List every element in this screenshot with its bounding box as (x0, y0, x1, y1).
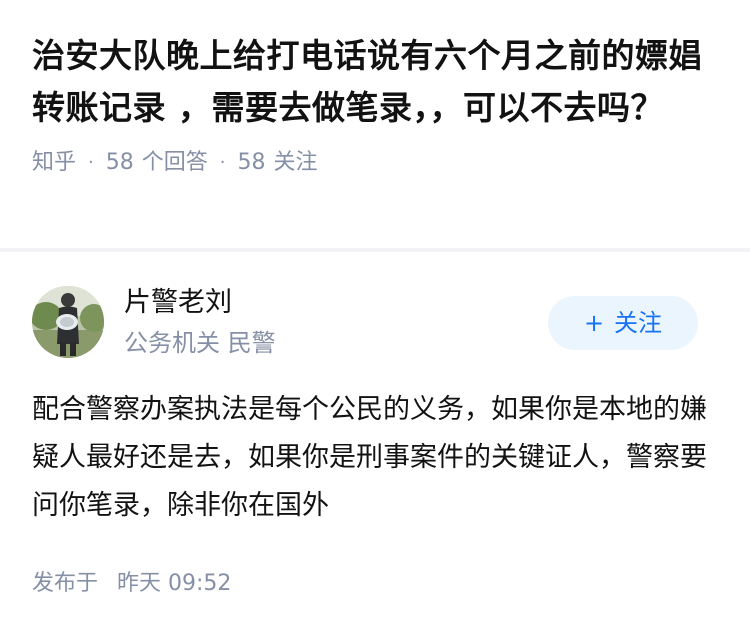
author-avatar[interactable] (32, 286, 104, 358)
answers-count: 58 (105, 150, 134, 175)
author-description: 公务机关 民警 (124, 329, 276, 357)
published-time: 昨天 09:52 (117, 571, 232, 596)
answers-label[interactable]: 个回答 (142, 148, 208, 178)
source-label[interactable]: 知乎 (32, 148, 76, 178)
follow-button-label: 关注 (614, 309, 663, 337)
section-divider (0, 248, 750, 252)
answer-footer: 发布于 昨天 09:52 (32, 568, 231, 600)
followers-count: 58 (237, 150, 266, 175)
author-info: 片警老刘 公务机关 民警 + 关注 (32, 284, 718, 360)
avatar-image (32, 286, 104, 358)
follow-button[interactable]: + 关注 (548, 296, 698, 350)
plus-icon: + (583, 309, 605, 337)
separator-dot: · (88, 152, 94, 173)
question-title[interactable]: 治安大队晚上给打电话说有六个月之前的嫖娼转账记录 ，需要去做笔录，，可以不去吗？ (32, 30, 722, 134)
question-meta: 知乎 · 58 个回答 · 58 关注 (32, 148, 722, 178)
followers-label[interactable]: 关注 (274, 148, 318, 178)
author-name[interactable]: 片警老刘 (124, 284, 232, 322)
separator-dot: · (219, 152, 226, 173)
question-header: 治安大队晚上给打电话说有六个月之前的嫖娼转账记录 ，需要去做笔录，，可以不去吗？… (32, 30, 722, 178)
published-label: 发布于 (32, 571, 99, 596)
answer-content[interactable]: 配合警察办案执法是每个公民的义务，如果你是本地的嫌疑人最好还是去，如果你是刑事案… (32, 386, 712, 530)
